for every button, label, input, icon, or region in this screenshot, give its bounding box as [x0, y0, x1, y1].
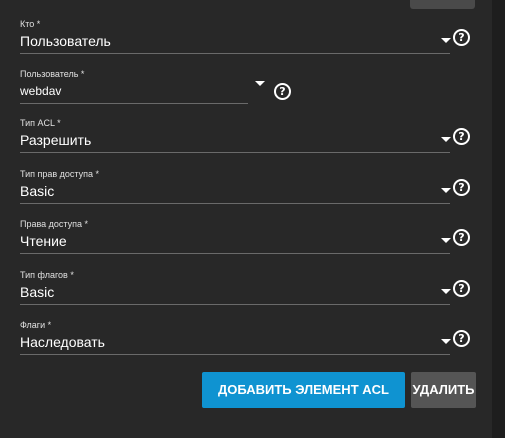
chevron-down-icon [441, 137, 451, 142]
who-label: Кто * [20, 19, 41, 29]
flags-select[interactable]: Наследовать [20, 330, 451, 355]
chevron-down-icon [441, 188, 451, 193]
acl-type-label: Тип ACL * [20, 118, 61, 128]
permissions-value: Чтение [20, 233, 67, 249]
flags-type-label: Тип флагов * [20, 270, 74, 280]
acl-type-select[interactable]: Разрешить [20, 128, 451, 153]
who-value: Пользователь [20, 33, 111, 49]
top-partial-button[interactable] [410, 0, 475, 9]
perm-type-value: Basic [20, 183, 55, 199]
chevron-down-icon [441, 238, 451, 243]
help-icon[interactable]: ? [453, 280, 470, 297]
help-icon[interactable]: ? [453, 128, 470, 145]
chevron-down-icon [441, 289, 451, 294]
perm-type-label: Тип прав доступа * [20, 169, 100, 179]
help-icon[interactable]: ? [453, 330, 470, 347]
help-icon[interactable]: ? [453, 179, 470, 196]
flags-type-select[interactable]: Basic [20, 280, 451, 305]
user-value: webdav [20, 84, 62, 98]
acl-entry-panel: Кто * Пользователь ? Пользователь * webd… [0, 0, 492, 438]
permissions-select[interactable]: Чтение [20, 229, 451, 254]
add-acl-entry-button[interactable]: ДОБАВИТЬ ЭЛЕМЕНТ ACL [202, 372, 405, 408]
user-input[interactable]: webdav [20, 79, 248, 104]
chevron-down-icon [441, 38, 451, 43]
acl-type-value: Разрешить [20, 132, 92, 148]
help-icon[interactable]: ? [274, 83, 291, 100]
permissions-label: Права доступа * [20, 219, 89, 229]
chevron-down-icon [441, 339, 451, 344]
flags-type-value: Basic [20, 284, 55, 300]
help-icon[interactable]: ? [453, 29, 470, 46]
chevron-down-icon[interactable] [255, 81, 265, 86]
perm-type-select[interactable]: Basic [20, 179, 451, 204]
flags-value: Наследовать [20, 334, 105, 350]
flags-label: Флаги * [20, 320, 52, 330]
help-icon[interactable]: ? [453, 229, 470, 246]
user-label: Пользователь * [20, 69, 85, 79]
delete-button[interactable]: УДАЛИТЬ [411, 372, 476, 408]
who-select[interactable]: Пользователь [20, 29, 451, 54]
